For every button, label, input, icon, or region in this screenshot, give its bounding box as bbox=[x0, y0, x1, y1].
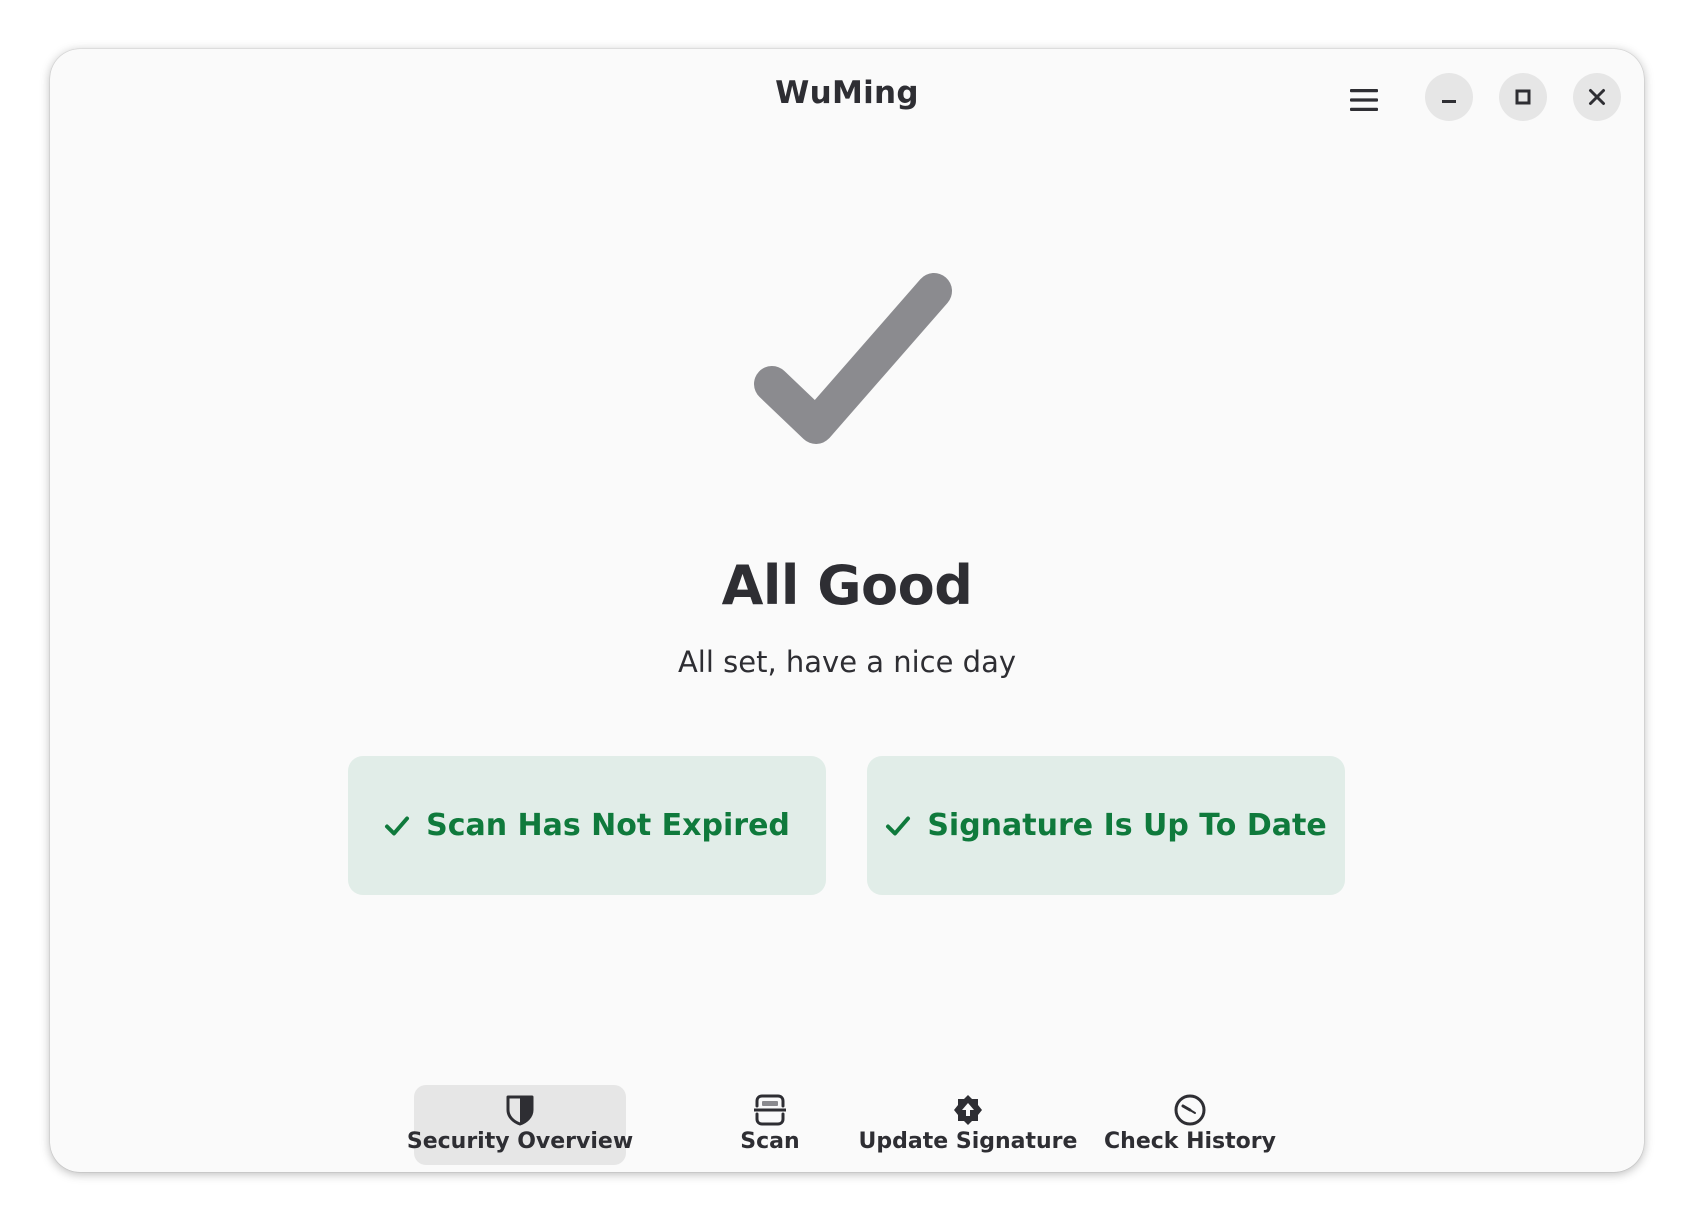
tab-scan[interactable]: Scan bbox=[690, 1085, 850, 1165]
tab-label: Check History bbox=[1104, 1129, 1276, 1154]
update-badge-icon bbox=[951, 1093, 985, 1127]
scan-icon bbox=[753, 1093, 787, 1127]
minimize-button[interactable] bbox=[1425, 73, 1473, 121]
close-icon bbox=[1589, 89, 1605, 105]
tab-security-overview[interactable]: Security Overview bbox=[407, 1085, 633, 1165]
maximize-button[interactable] bbox=[1499, 73, 1547, 121]
clock-icon bbox=[1173, 1093, 1207, 1127]
status-title: All Good bbox=[721, 554, 973, 617]
signature-status-card: Signature Is Up To Date bbox=[867, 756, 1345, 895]
shield-icon bbox=[503, 1093, 537, 1127]
tab-update-signature[interactable]: Update Signature bbox=[850, 1085, 1086, 1165]
status-subtitle: All set, have a nice day bbox=[677, 645, 1017, 679]
checkmark-icon bbox=[750, 259, 960, 449]
minimize-icon bbox=[1442, 100, 1456, 103]
tab-check-history[interactable]: Check History bbox=[1090, 1085, 1290, 1165]
signature-status-label: Signature Is Up To Date bbox=[927, 808, 1327, 843]
scan-status-card: Scan Has Not Expired bbox=[348, 756, 826, 895]
bottom-navigation: Security Overview Scan Update Signature … bbox=[50, 1085, 1644, 1165]
check-icon bbox=[885, 813, 911, 839]
app-window: WuMing All Good All set, have a nice day… bbox=[50, 49, 1644, 1172]
maximize-icon bbox=[1515, 89, 1531, 105]
header-bar: WuMing bbox=[50, 49, 1644, 145]
main-menu-button[interactable] bbox=[1344, 80, 1384, 120]
hamburger-menu-icon bbox=[1350, 89, 1378, 111]
scan-status-label: Scan Has Not Expired bbox=[426, 808, 790, 843]
tab-label: Update Signature bbox=[858, 1129, 1078, 1154]
tab-label: Security Overview bbox=[406, 1129, 634, 1154]
tab-label: Scan bbox=[740, 1129, 800, 1154]
check-icon bbox=[384, 813, 410, 839]
app-title: WuMing bbox=[775, 75, 919, 111]
close-button[interactable] bbox=[1573, 73, 1621, 121]
